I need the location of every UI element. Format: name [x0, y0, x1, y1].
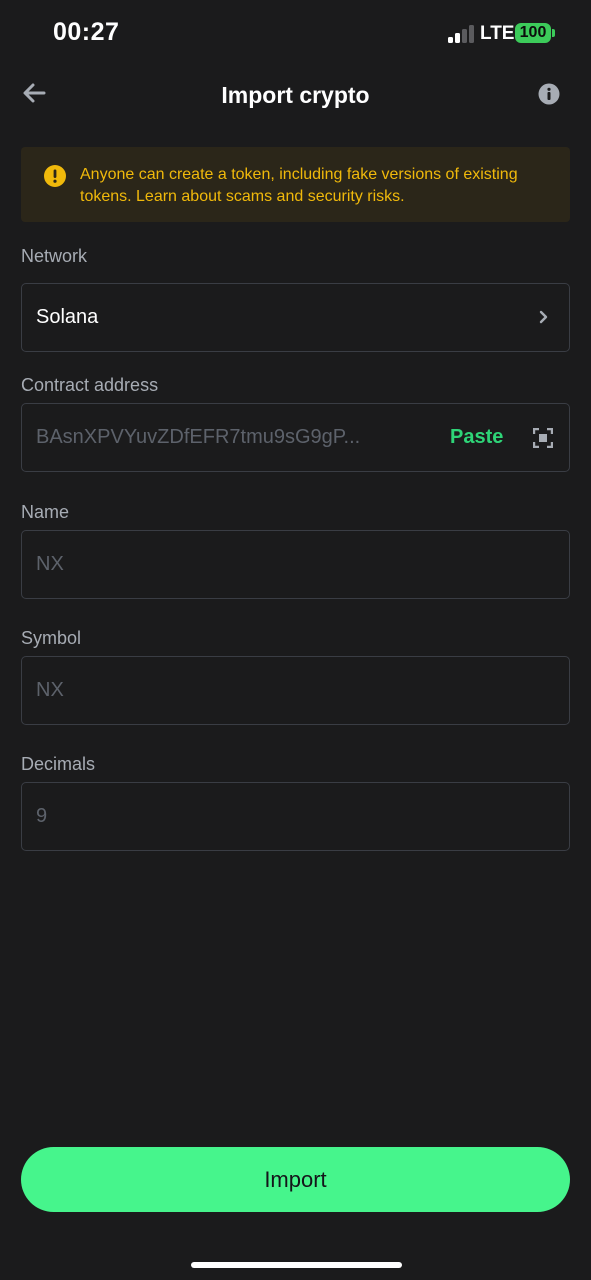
symbol-input[interactable]: NX [36, 657, 64, 724]
network-value: Solana [36, 306, 99, 328]
header: Import crypto [0, 66, 591, 126]
home-indicator[interactable] [191, 1262, 402, 1268]
contract-address-field[interactable]: BAsnXPVYuvZDfEFR7tmu9sG9gP... Paste [21, 403, 570, 472]
network-type: LTE [480, 23, 515, 44]
network-selector[interactable]: Solana [21, 283, 570, 352]
contract-address-input[interactable]: BAsnXPVYuvZDfEFR7tmu9sG9gP... [36, 404, 416, 471]
info-icon [538, 83, 560, 105]
name-field[interactable]: NX [21, 530, 570, 599]
cellular-signal-icon [448, 25, 476, 43]
name-label: Name [21, 502, 70, 522]
decimals-input[interactable]: 9 [36, 783, 47, 850]
status-bar: 00:27 LTE 100 [0, 0, 591, 66]
contract-address-label: Contract address [21, 375, 159, 395]
battery-icon [552, 29, 555, 37]
chevron-right-icon [539, 310, 548, 324]
exclamation-circle-icon [44, 165, 66, 187]
network-label: Network [21, 246, 88, 266]
battery-level: 100 [515, 23, 551, 43]
symbol-field[interactable]: NX [21, 656, 570, 725]
warning-text[interactable]: Anyone can create a token, including fak… [80, 164, 550, 208]
decimals-field[interactable]: 9 [21, 782, 570, 851]
status-time: 00:27 [53, 18, 120, 46]
warning-banner: Anyone can create a token, including fak… [21, 147, 570, 222]
info-button[interactable] [538, 83, 560, 105]
symbol-label: Symbol [21, 628, 82, 648]
scan-button[interactable] [532, 427, 554, 449]
import-button[interactable]: Import [21, 1147, 570, 1212]
name-input[interactable]: NX [36, 531, 64, 598]
paste-button[interactable]: Paste [450, 404, 503, 471]
scan-icon [532, 427, 554, 449]
page-title: Import crypto [221, 82, 370, 108]
decimals-label: Decimals [21, 754, 96, 774]
